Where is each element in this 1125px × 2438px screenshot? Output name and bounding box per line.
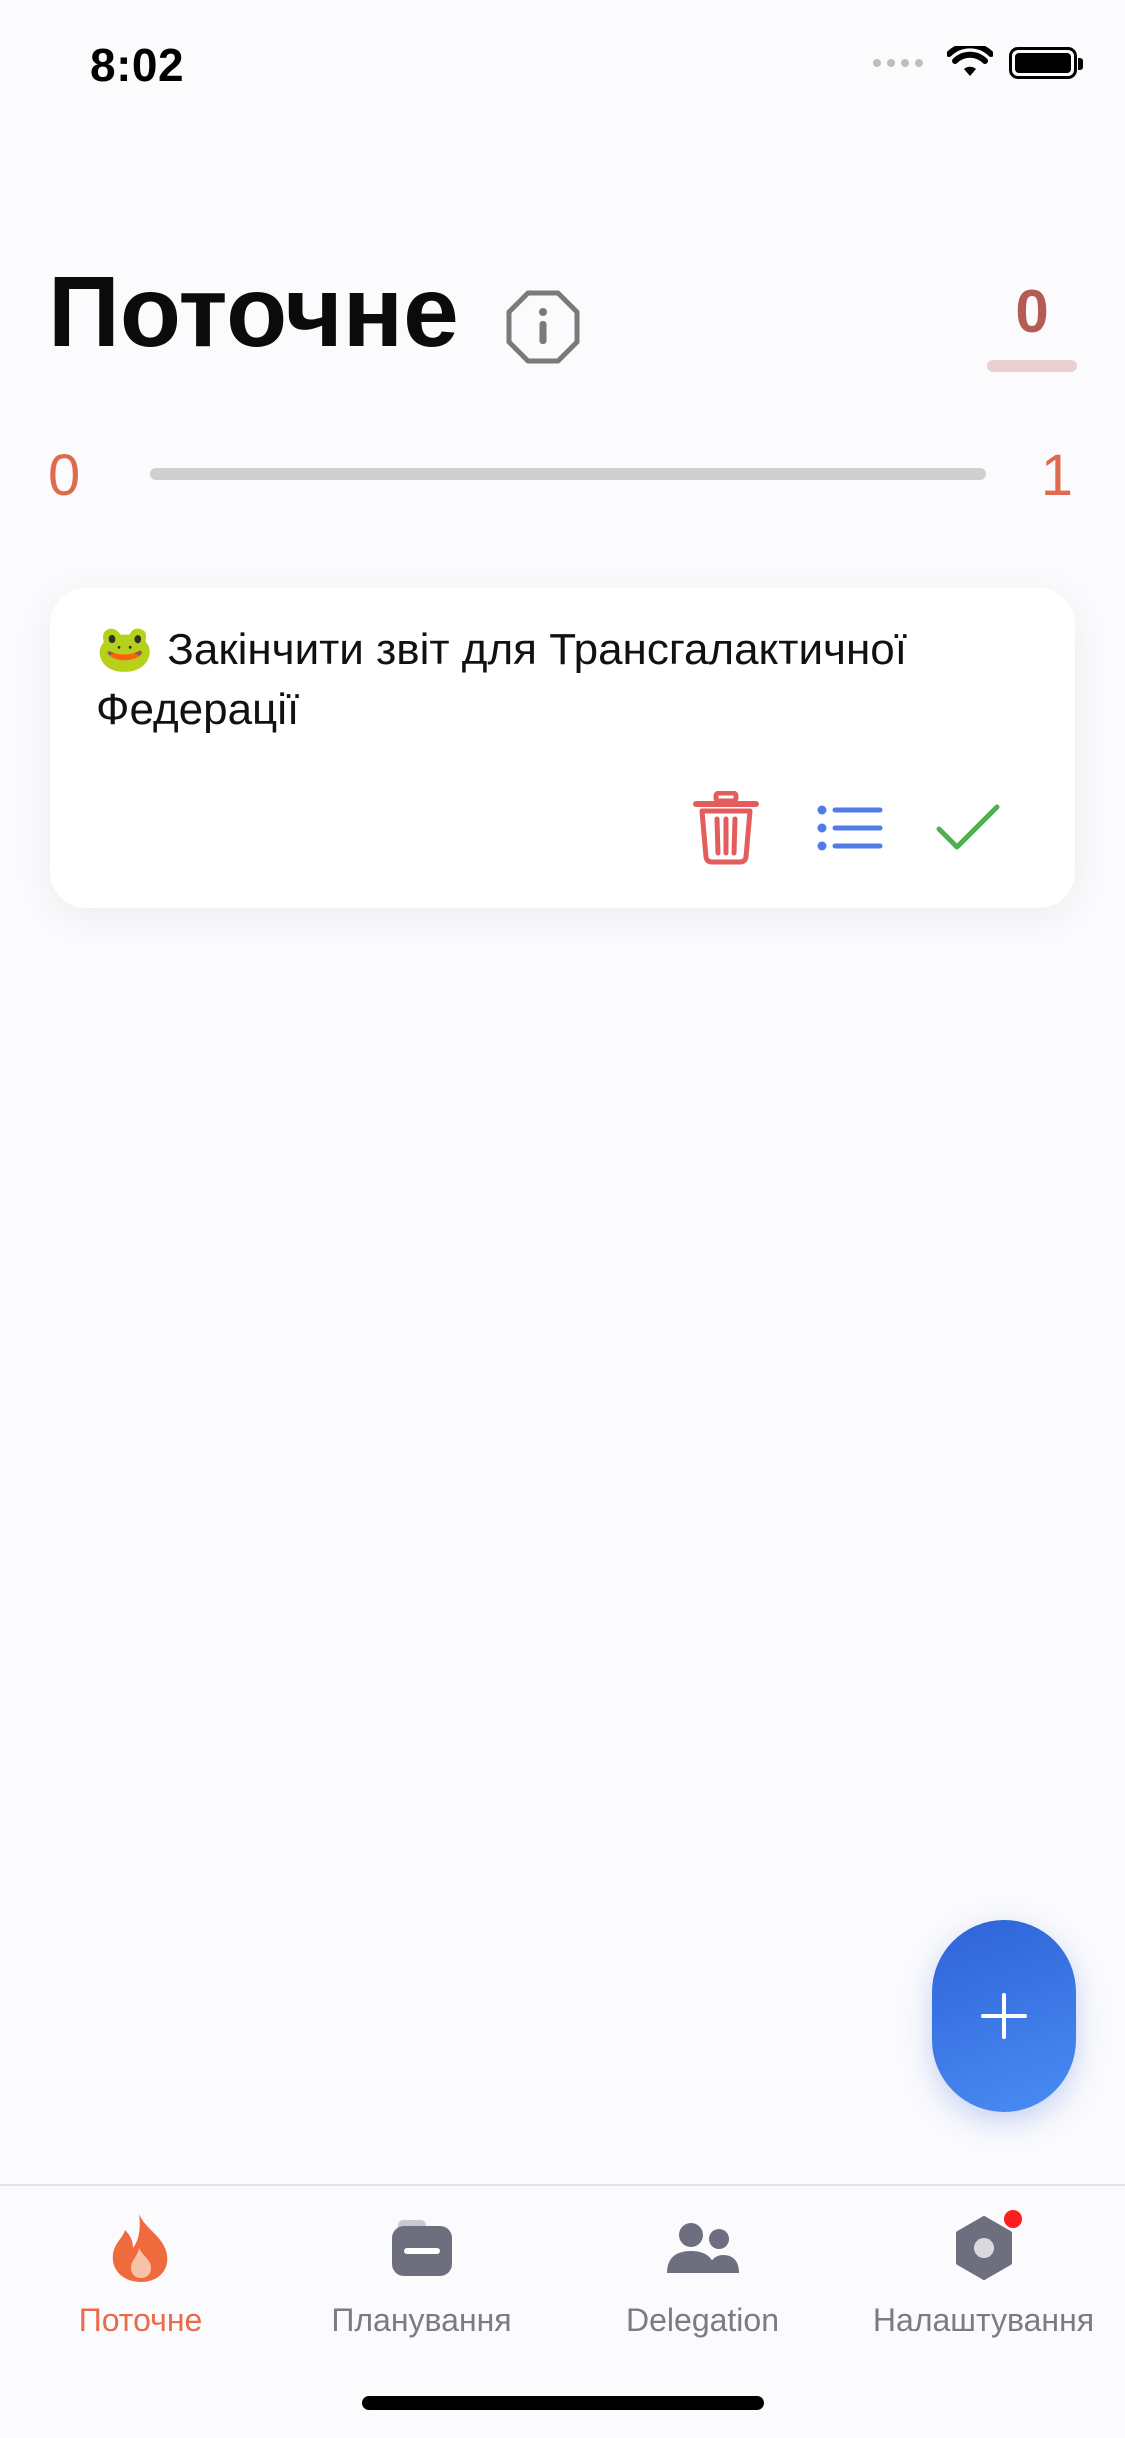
- tab-label-planning: Планування: [331, 2302, 512, 2338]
- progress-bar: [150, 468, 986, 480]
- details-button[interactable]: [810, 788, 890, 868]
- tab-settings[interactable]: Налаштування: [843, 2208, 1124, 2339]
- status-time: 8:02: [90, 39, 185, 91]
- folder-icon: [382, 2208, 462, 2288]
- delete-button[interactable]: [686, 788, 766, 868]
- notification-badge: [1003, 2210, 1022, 2228]
- tab-label-current: Поточне: [78, 2302, 203, 2338]
- score-value: 0: [1015, 278, 1049, 345]
- home-indicator: [362, 2396, 764, 2410]
- tab-label-settings: Налаштування: [872, 2302, 1095, 2338]
- signal-icon: [873, 59, 923, 67]
- frog-emoji: 🐸: [96, 622, 154, 674]
- flame-icon: [101, 2208, 181, 2288]
- wifi-icon: [947, 46, 993, 76]
- list-icon: [817, 805, 883, 851]
- score-underline: [987, 360, 1077, 372]
- tab-label-delegation: Delegation: [626, 2302, 779, 2338]
- tab-current[interactable]: Поточне: [0, 2208, 281, 2339]
- battery-icon: [1009, 47, 1083, 79]
- trash-icon: [693, 791, 759, 865]
- checkmark-icon: [936, 804, 1000, 850]
- settings-icon: [944, 2208, 1024, 2288]
- progress-min-label: 0: [48, 443, 81, 508]
- info-icon[interactable]: [506, 290, 580, 364]
- tab-planning[interactable]: Планування: [281, 2208, 562, 2339]
- score-counter[interactable]: 0: [987, 282, 1077, 372]
- task-card[interactable]: 🐸 Закінчити звіт для Трансгалактичної Фед…: [50, 588, 1075, 908]
- complete-button[interactable]: [928, 788, 1008, 868]
- task-title: 🐸 Закінчити звіт для Трансгалактичної Фед…: [96, 618, 1036, 740]
- plus-icon: [981, 1993, 1027, 2039]
- status-icons: [873, 46, 1083, 80]
- progress-max-label: 1: [1040, 443, 1073, 508]
- tab-delegation[interactable]: Delegation: [562, 2208, 843, 2339]
- task-text: Закінчити звіт для Трансгалактичної Феде…: [96, 625, 907, 734]
- add-task-button[interactable]: [932, 1920, 1076, 2112]
- page-title: Поточне: [48, 256, 459, 368]
- people-icon: [663, 2208, 743, 2288]
